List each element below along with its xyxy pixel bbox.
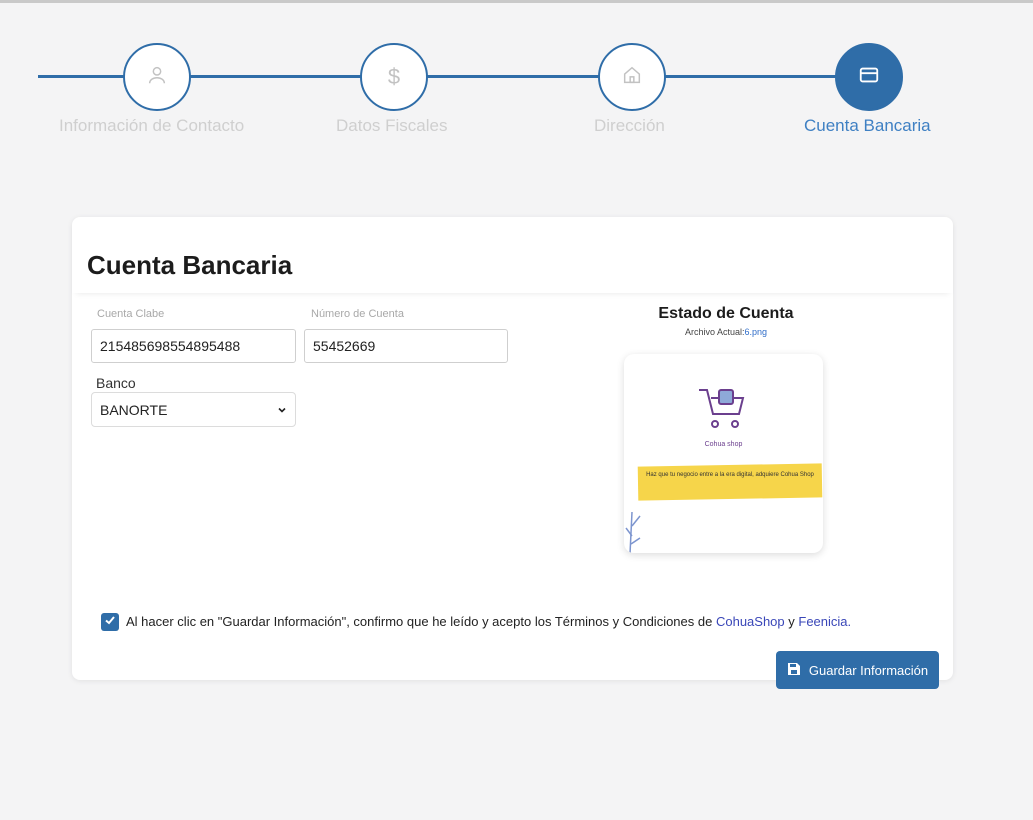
credit-card-icon [858, 64, 880, 91]
user-icon [146, 64, 168, 91]
step-bank-label[interactable]: Cuenta Bancaria [804, 116, 931, 136]
statement-preview[interactable]: Cohua shop Haz que tu negocio entre a la… [624, 354, 823, 553]
home-icon [621, 64, 643, 91]
terms-checkbox[interactable] [101, 613, 119, 631]
save-icon [787, 662, 801, 679]
step-fiscal-circle[interactable]: $ [360, 43, 428, 111]
terms-conjunction: y [788, 614, 795, 629]
step-contact-circle[interactable] [123, 43, 191, 111]
shopping-cart-icon [695, 384, 751, 441]
chevron-down-icon [277, 402, 287, 418]
current-file-label: Archivo Actual: [684, 327, 745, 337]
card-title: Cuenta Bancaria [87, 250, 293, 280]
bank-label: Banco [96, 375, 136, 391]
step-address-circle[interactable] [598, 43, 666, 111]
feenicia-link[interactable]: Feenicia. [798, 614, 851, 629]
card-header: Cuenta Bancaria [72, 217, 953, 293]
step-contact-label[interactable]: Información de Contacto [59, 116, 244, 136]
checkmark-icon [104, 613, 116, 631]
preview-banner-strip [637, 463, 823, 501]
plant-decoration-icon [624, 502, 648, 553]
terms-statement: Al hacer clic en "Guardar Información", … [126, 614, 713, 629]
clabe-input[interactable]: 215485698554895488 [91, 329, 296, 363]
bank-select-value: BANORTE [100, 401, 168, 418]
account-number-input[interactable]: 55452669 [304, 329, 508, 363]
step-address-label[interactable]: Dirección [594, 116, 665, 136]
cohuashop-link[interactable]: CohuaShop [716, 614, 785, 629]
stepper: Información de Contacto $ Datos Fiscales… [0, 0, 1033, 160]
step-bank-circle[interactable] [835, 43, 903, 111]
bank-account-card: Cuenta Bancaria Cuenta Clabe 21548569855… [72, 217, 953, 680]
statement-title: Estado de Cuenta [658, 305, 794, 322]
dollar-icon: $ [387, 64, 401, 89]
current-file: Archivo Actual:6.png [616, 327, 836, 337]
step-fiscal-label[interactable]: Datos Fiscales [336, 116, 447, 136]
preview-brand: Cohua shop [704, 441, 743, 448]
save-button[interactable]: Guardar Información [776, 651, 939, 689]
clabe-label: Cuenta Clabe [97, 308, 165, 320]
account-number-label: Número de Cuenta [311, 308, 404, 320]
bank-select[interactable]: BANORTE [91, 392, 296, 427]
preview-banner-text: Haz que tu negocio entre a la era digita… [646, 472, 814, 478]
current-file-link[interactable]: 6.png [745, 327, 768, 337]
save-button-label: Guardar Información [808, 662, 929, 678]
terms-text: Al hacer clic en "Guardar Información", … [126, 614, 851, 629]
